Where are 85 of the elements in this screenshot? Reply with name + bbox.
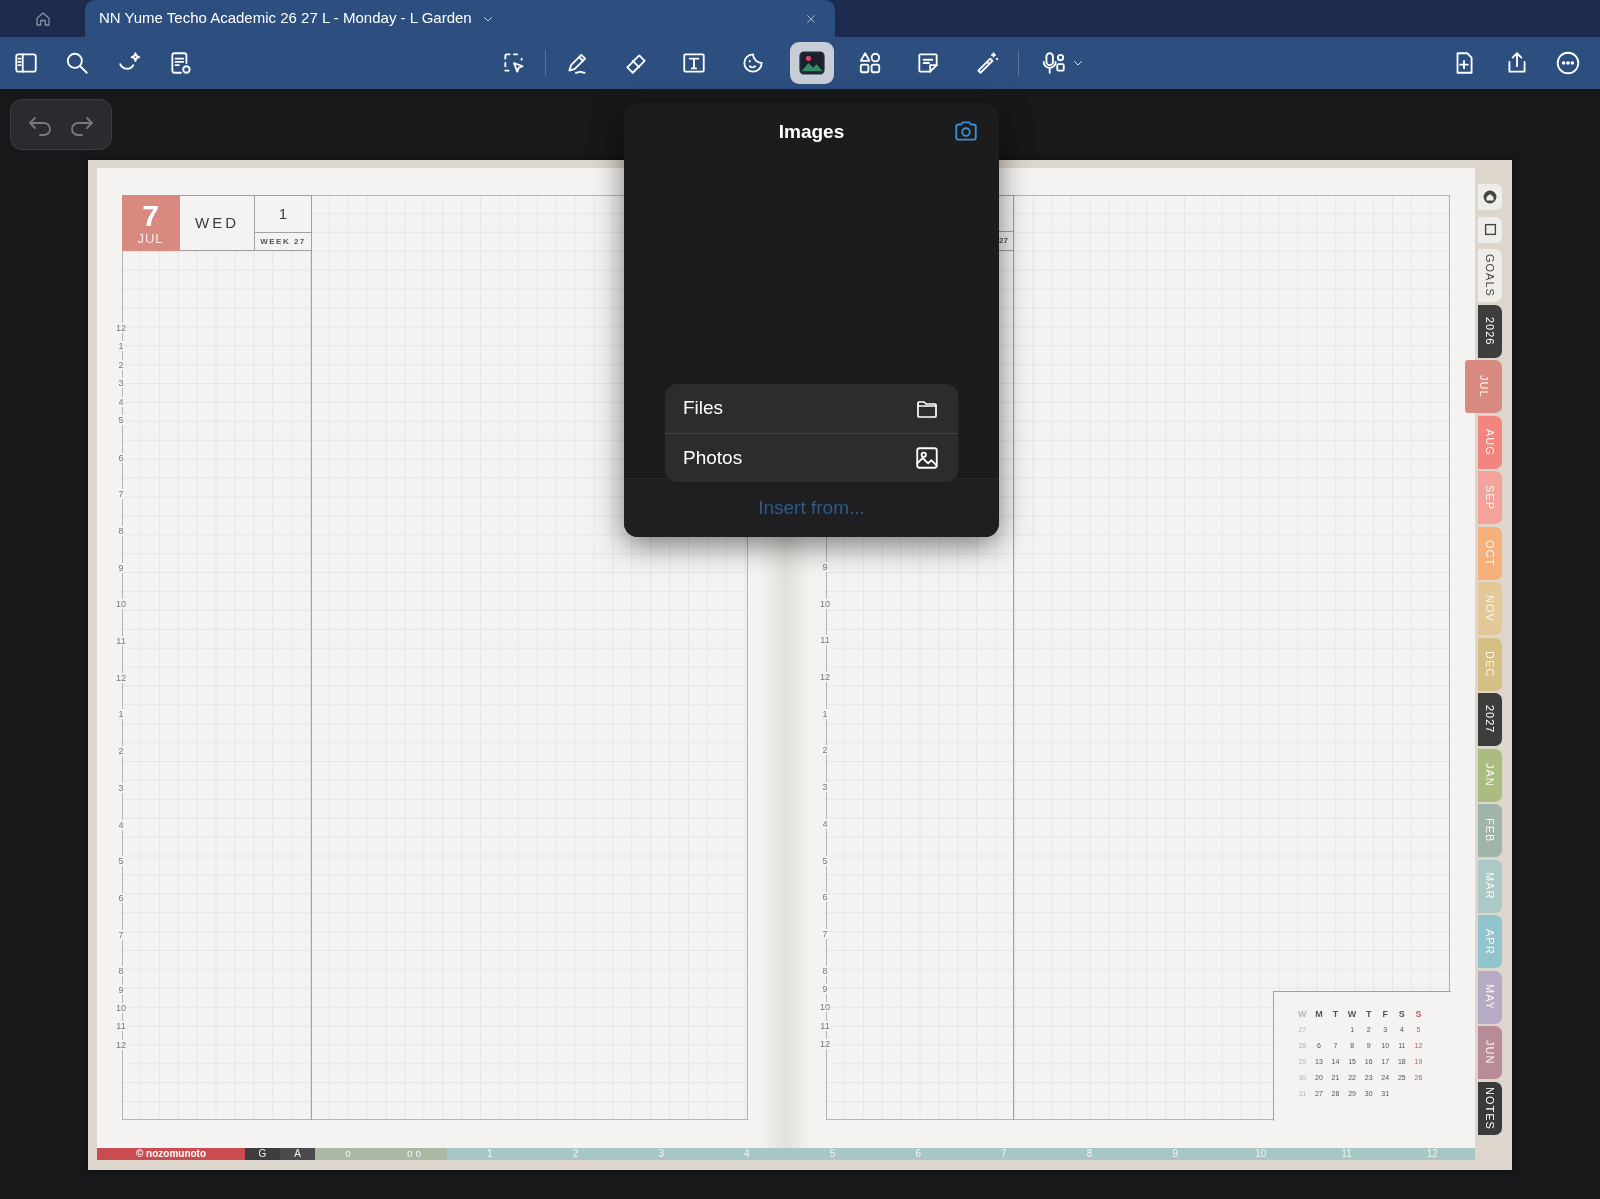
hour-label: 11: [116, 1021, 126, 1032]
hour-label: 10: [116, 599, 126, 610]
hour-label: 6: [822, 892, 828, 903]
hour-label: 2: [118, 359, 124, 370]
hour-label: 10: [116, 1003, 126, 1014]
weekday-label: S: [1414, 1009, 1423, 1019]
hour-label: 8: [118, 966, 124, 977]
menu-option[interactable]: Files: [665, 384, 958, 433]
home-tab[interactable]: [1478, 184, 1502, 210]
hour-label: 5: [822, 855, 828, 866]
hour-label: 11: [116, 636, 126, 647]
wand-icon: [974, 50, 1000, 76]
month-label: JUL: [137, 230, 164, 246]
hour-label: 7: [118, 929, 124, 940]
photo-icon: [914, 445, 940, 471]
weekday-label: T: [1364, 1009, 1373, 1019]
tab-title: NN Yume Techo Academic 26 27 L - Monday - L Garden: [99, 8, 472, 29]
hour-label: 3: [118, 378, 124, 389]
camera-icon: [952, 118, 980, 144]
hour-label: 8: [118, 526, 124, 536]
weekday-label: W: [1346, 1009, 1358, 1019]
popover-title: Images: [778, 119, 845, 144]
hour-label: 12: [820, 672, 830, 683]
tool-button[interactable]: [790, 42, 834, 84]
hour-label: 12: [116, 323, 126, 333]
hour-label: 1: [118, 709, 124, 720]
shapes-icon: [857, 50, 883, 76]
hour-label: 9: [822, 562, 828, 572]
hour-label: 9: [118, 562, 124, 573]
hour-label: 12: [820, 1039, 830, 1050]
microphone-icon: [1040, 50, 1068, 76]
home-icon: [1483, 190, 1497, 204]
hour-label: 10: [820, 1002, 830, 1013]
hour-label: 3: [118, 782, 124, 793]
week-cell-text: 27: [999, 235, 1009, 247]
day-number: 7: [142, 200, 159, 231]
section-tab[interactable]: 2026: [1478, 304, 1502, 358]
hour-label: 10: [820, 598, 830, 609]
more-icon: [1555, 50, 1581, 76]
hour-label: 1: [118, 341, 124, 352]
hour-label: 6: [118, 892, 124, 903]
weekday-cell: WED: [179, 195, 255, 251]
weekday-label: W: [1297, 1009, 1308, 1019]
hour-label: 1: [822, 708, 828, 719]
hour-label: 5: [118, 414, 124, 425]
insert-from-label: Insert from...: [758, 495, 865, 520]
sidebar-icon: [13, 50, 39, 76]
hour-label: 9: [118, 984, 124, 995]
document-icon: [168, 50, 194, 76]
text-box-icon: [681, 50, 707, 76]
weekday-label: F: [1381, 1009, 1389, 1019]
square-icon: [1483, 223, 1497, 236]
selection-icon: [501, 50, 527, 76]
note-icon: [915, 50, 941, 76]
hour-label: 7: [118, 489, 124, 500]
document-tab[interactable]: NN Yume Techo Academic 26 27 L - Monday - L Garden: [85, 0, 835, 37]
hour-label: 5: [118, 856, 124, 867]
weekday-label: M: [1314, 1009, 1324, 1019]
hour-label: 4: [118, 819, 124, 830]
weekday-label: T: [1331, 1009, 1340, 1019]
hour-label: 12: [116, 672, 126, 683]
hour-label: 4: [822, 818, 828, 829]
index-tab[interactable]: G: [245, 1148, 280, 1160]
hour-label: 9: [822, 983, 828, 994]
section-tab[interactable]: GOALS: [1478, 249, 1502, 302]
hour-label: 6: [118, 452, 124, 463]
hour-label: 11: [820, 635, 830, 646]
hour-label: 4: [118, 396, 124, 407]
hour-label: 3: [822, 782, 828, 793]
section-tab[interactable]: NOTES: [1478, 1081, 1502, 1135]
page-tab[interactable]: [1478, 216, 1502, 243]
hour-label: 12: [116, 1039, 126, 1050]
index-tab[interactable]: A: [280, 1148, 315, 1160]
hour-label: 2: [822, 745, 828, 756]
hour-label: 7: [822, 928, 828, 939]
section-tab[interactable]: 2027: [1478, 693, 1502, 746]
weekday-label: S: [1397, 1009, 1406, 1019]
search-icon: [64, 50, 90, 76]
image-icon: [798, 49, 826, 77]
close-icon: [805, 12, 817, 25]
brand-label: © nozomunoto: [97, 1148, 245, 1160]
hour-label: 2: [118, 746, 124, 757]
number-cell: 1: [255, 196, 311, 233]
hour-label: 8: [822, 965, 828, 976]
hour-label: 11: [820, 1020, 830, 1031]
